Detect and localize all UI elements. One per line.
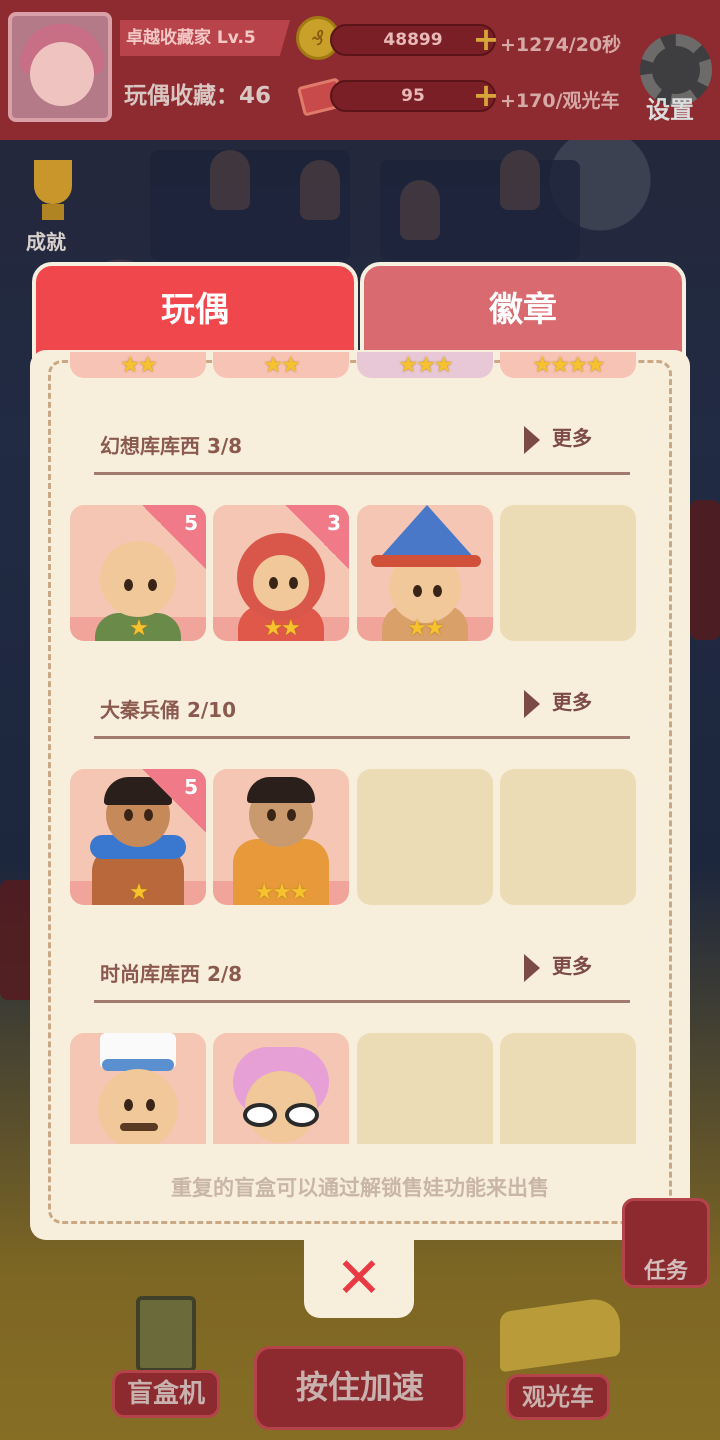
more-button[interactable]: 更多: [524, 950, 592, 982]
doll-collection-count: 玩偶收藏：46: [124, 83, 272, 109]
duplicate-count: 5: [184, 511, 198, 535]
tasks-button[interactable]: 任务: [622, 1198, 710, 1288]
doll-card[interactable]: ★★: [357, 505, 493, 641]
doll-eye: [146, 1099, 155, 1111]
collector-rank: 卓越收藏家 Lv.5: [120, 20, 290, 56]
star-rating: ★★★: [254, 880, 309, 905]
achievement-button[interactable]: 成就: [22, 160, 82, 254]
tab-badges[interactable]: 徽章: [360, 262, 686, 358]
section-divider: [94, 1000, 630, 1003]
trophy-icon: [34, 160, 72, 204]
section-divider: [94, 472, 630, 475]
star-rating: ★★★★: [532, 353, 606, 378]
doll-eye: [267, 809, 276, 821]
more-label: 更多: [552, 690, 592, 714]
avatar[interactable]: [8, 12, 112, 122]
doll-eye: [148, 579, 157, 591]
doll-eye: [269, 577, 278, 589]
glasses-lens: [243, 1103, 277, 1127]
trophy-base: [42, 204, 64, 220]
section-divider: [94, 736, 630, 739]
locked-doll-slot[interactable]: [500, 505, 636, 641]
doll-card[interactable]: ★★★★: [500, 352, 636, 378]
doll-eye: [124, 1099, 133, 1111]
star-rating: ★★: [407, 616, 444, 641]
doll-card[interactable]: ★★★: [213, 769, 349, 905]
sell-hint-text: 重复的盲盒可以通过解锁售娃功能来出售: [171, 1176, 549, 1200]
coin-income-rate: +1274/20秒: [500, 34, 622, 56]
ticket-income-rate: +170/观光车: [500, 90, 620, 112]
locked-doll-slot[interactable]: [357, 769, 493, 905]
star-rating: ★★: [263, 353, 300, 378]
series-title: 大秦兵俑 2/10: [100, 698, 237, 722]
avatar-face: [30, 42, 94, 106]
add-coins-button[interactable]: +: [472, 23, 500, 55]
close-button[interactable]: ✕: [304, 1236, 414, 1318]
doll-mustache: [120, 1123, 158, 1131]
doll-eye: [124, 809, 133, 821]
close-icon: ✕: [335, 1246, 383, 1311]
star-rating: ★★★: [398, 353, 453, 378]
more-button[interactable]: 更多: [524, 686, 592, 718]
tab-dolls[interactable]: 玩偶: [32, 262, 358, 358]
tasks-label: 任务: [643, 1259, 688, 1284]
star-rating: ★★: [120, 353, 157, 378]
star-rating: ★: [129, 616, 149, 641]
blind-box-machine-icon: [136, 1296, 196, 1372]
wizard-hat-band: [371, 555, 481, 567]
tour-bus-button[interactable]: 观光车: [506, 1374, 610, 1420]
star-rating: ★★: [263, 616, 300, 641]
duplicate-count: 3: [327, 511, 341, 535]
play-arrow-icon: [524, 425, 540, 454]
doll-eye: [289, 577, 298, 589]
doll-head: [98, 1069, 178, 1144]
doll-eye: [124, 579, 133, 591]
doll-card[interactable]: [70, 1033, 206, 1144]
doll-eye: [413, 585, 422, 597]
doll-card[interactable]: ★★: [213, 352, 349, 378]
glasses-lens: [285, 1103, 319, 1127]
doll-eye: [287, 809, 296, 821]
achievement-label: 成就: [26, 230, 66, 254]
top-status-bar: 卓越收藏家 Lv.5 玩偶收藏：46 ₰ 48899 + +1274/20秒 9…: [0, 0, 720, 140]
doll-card[interactable]: [213, 1033, 349, 1144]
previous-series-row: ★★ ★★ ★★★ ★★★★: [70, 352, 650, 378]
series-title: 时尚库库西 2/8: [100, 962, 243, 986]
doll-card[interactable]: 5 ★: [70, 769, 206, 905]
speed-up-button[interactable]: 按住加速: [254, 1346, 466, 1430]
locked-doll-slot[interactable]: [500, 769, 636, 905]
wizard-hat: [377, 505, 477, 561]
more-label: 更多: [552, 426, 592, 450]
more-button[interactable]: 更多: [524, 422, 592, 454]
locked-doll-slot[interactable]: [357, 1033, 493, 1144]
doll-card[interactable]: 3 ★★: [213, 505, 349, 641]
doll-hair: [247, 777, 315, 803]
doll-card[interactable]: ★★★: [357, 352, 493, 378]
doll-card[interactable]: ★★: [70, 352, 206, 378]
more-label: 更多: [552, 954, 592, 978]
star-rating: ★: [129, 880, 149, 905]
add-tickets-button[interactable]: +: [472, 79, 500, 111]
series-title: 幻想库库西 3/8: [100, 434, 243, 458]
locked-doll-slot[interactable]: [500, 1033, 636, 1144]
play-arrow-icon: [524, 953, 540, 982]
settings-button-label[interactable]: 设置: [646, 90, 694, 125]
collection-scroll-area[interactable]: ★★ ★★ ★★★ ★★★★ 幻想库库西 3/8 更多 5 ★ 3 ★★ ★★ …: [40, 352, 680, 1144]
doll-card[interactable]: 5 ★: [70, 505, 206, 641]
play-arrow-icon: [524, 689, 540, 718]
blind-box-machine-button[interactable]: 盲盒机: [112, 1370, 220, 1418]
duplicate-count: 5: [184, 775, 198, 799]
doll-eye: [433, 585, 442, 597]
